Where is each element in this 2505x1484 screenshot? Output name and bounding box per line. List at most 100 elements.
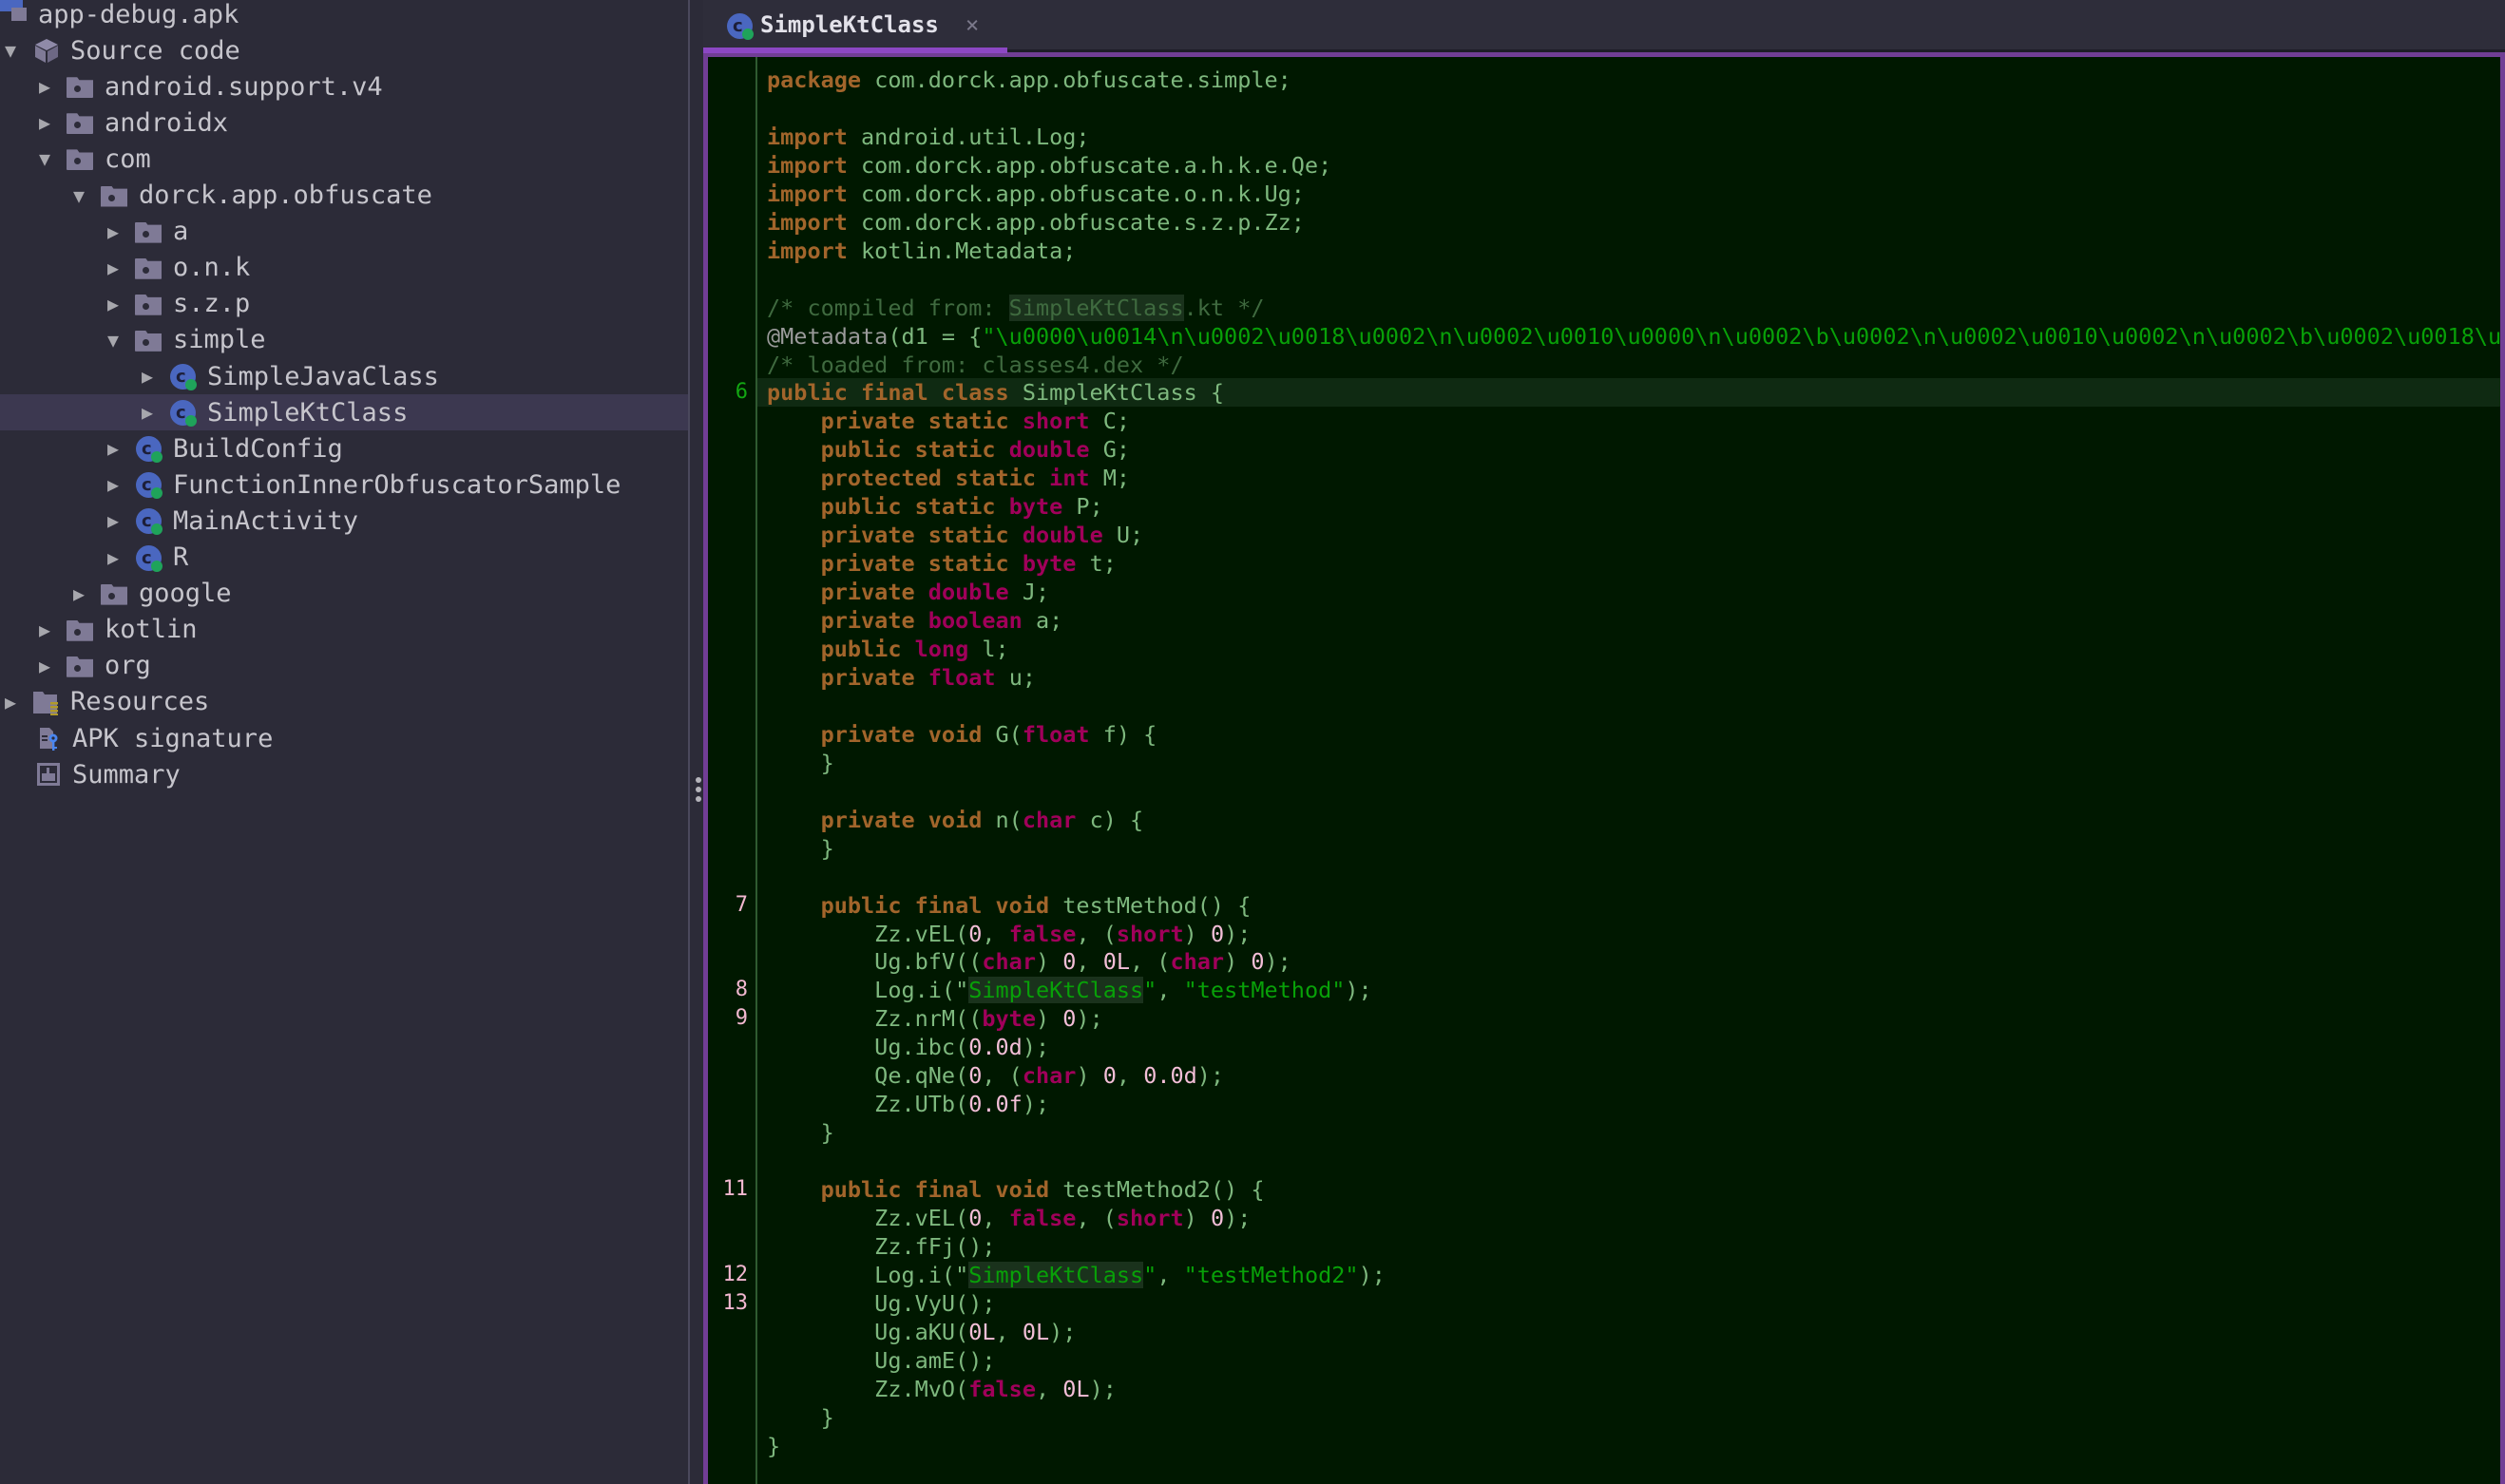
tree-item-r[interactable]: ▶ c R [0,540,688,576]
chevron-right-icon[interactable]: ▶ [103,430,124,466]
code-token: false [1008,1205,1077,1231]
code-line[interactable]: Ug.ibc(0.0d); [757,1033,2500,1061]
code-token: private void [820,806,983,833]
code-line[interactable] [757,1147,2500,1175]
chevron-right-icon[interactable]: ▶ [103,214,124,250]
code-line[interactable]: @Metadata(d1 = {"\u0000\u0014\n\u0002\u0… [757,322,2500,351]
code-line[interactable]: private static byte t; [757,549,2500,578]
code-line[interactable]: public final class SimpleKtClass { [757,378,2500,408]
tree-item-buildconfig[interactable]: ▶ c BuildConfig [0,430,688,466]
code-line[interactable]: public long l; [757,635,2500,663]
code-line[interactable]: private double J; [757,578,2500,606]
code-line[interactable]: private static double U; [757,521,2500,549]
code-editor[interactable]: 6 7 8 9 11 12 13 package com.dorck.app.obfusca… [703,52,2505,1484]
code-line[interactable] [757,94,2500,123]
code-token: ); [1089,1375,1117,1402]
tree-item-com[interactable]: ▼ com [0,141,688,177]
tree-item-o-n-k[interactable]: ▶ o.n.k [0,250,688,286]
chevron-right-icon[interactable]: ▶ [0,684,21,720]
code-line[interactable]: /* loaded from: classes4.dex */ [757,351,2500,379]
code-line[interactable]: public final void testMethod() { [757,891,2500,920]
close-icon[interactable]: × [966,11,979,38]
tree-item-simple[interactable]: ▼ simple [0,322,688,358]
code-line[interactable]: Log.i("SimpleKtClass", "testMethod2"); [757,1261,2500,1289]
code-line[interactable]: Qe.qNe(0, (char) 0, 0.0d); [757,1061,2500,1090]
code-line[interactable]: import android.util.Log; [757,123,2500,151]
chevron-right-icon[interactable]: ▶ [34,612,55,648]
code-line[interactable]: public final void testMethod2() { [757,1175,2500,1204]
code-line[interactable] [757,265,2500,294]
code-line[interactable]: } [757,749,2500,777]
code-line[interactable]: } [757,1432,2500,1460]
code-line[interactable]: private float u; [757,663,2500,692]
tree-item-google[interactable]: ▶ google [0,576,688,612]
splitter-handle-icon[interactable] [696,777,701,806]
tree-item-a[interactable]: ▶ a [0,214,688,250]
tree-item-dorck-app-obfuscate[interactable]: ▼ dorck.app.obfuscate [0,178,688,214]
chevron-down-icon[interactable]: ▼ [103,322,124,358]
code-line[interactable]: /* compiled from: SimpleKtClass.kt */ [757,294,2500,322]
chevron-right-icon[interactable]: ▶ [34,648,55,684]
code-line[interactable]: Ug.VyU(); [757,1289,2500,1318]
code-line[interactable]: Zz.nrM((byte) 0); [757,1004,2500,1033]
code-line[interactable]: import com.dorck.app.obfuscate.a.h.k.e.Q… [757,151,2500,180]
code-line[interactable]: import com.dorck.app.obfuscate.s.z.p.Zz; [757,208,2500,237]
tree-item-kotlin[interactable]: ▶ kotlin [0,612,688,648]
chevron-right-icon[interactable]: ▶ [103,286,124,322]
code-line[interactable]: Zz.UTb(0.0f); [757,1090,2500,1118]
code-line[interactable]: protected static int M; [757,464,2500,492]
code-line[interactable]: import com.dorck.app.obfuscate.o.n.k.Ug; [757,180,2500,208]
code-line[interactable]: } [757,1118,2500,1147]
tree-item-summary[interactable]: ▶Summary [0,756,688,792]
code-line[interactable]: Ug.aKU(0L, 0L); [757,1318,2500,1346]
chevron-right-icon[interactable]: ▶ [137,358,158,394]
tree-item-apk-signature[interactable]: ▶APK signature [0,720,688,756]
code-line[interactable] [757,692,2500,720]
chevron-right-icon[interactable]: ▶ [68,576,89,612]
code-line[interactable]: package com.dorck.app.obfuscate.simple; [757,66,2500,94]
chevron-right-icon[interactable]: ▶ [34,68,55,105]
tree-item-functioninnerobfuscatorsample[interactable]: ▶ c FunctionInnerObfuscatorSample [0,466,688,503]
chevron-right-icon[interactable]: ▶ [103,540,124,576]
code-line[interactable]: Ug.amE(); [757,1346,2500,1375]
tree-item-simplektclass[interactable]: ▶ c SimpleKtClass [0,394,688,431]
chevron-right-icon[interactable]: ▶ [103,503,124,539]
tab-simplektclass[interactable]: c SimpleKtClass × [705,0,1007,49]
line-number: 9 [735,1006,748,1031]
tree-item-app-debug-apk[interactable]: ▶app-debug.apk [0,0,656,32]
tree-item-s-z-p[interactable]: ▶ s.z.p [0,286,688,322]
chevron-down-icon[interactable]: ▼ [34,141,55,177]
chevron-down-icon[interactable]: ▼ [68,178,89,214]
tree-item-resources[interactable]: ▶ Resources [0,684,688,720]
chevron-right-icon[interactable]: ▶ [103,250,124,286]
code-line[interactable]: private void G(float f) { [757,720,2500,749]
tree-item-source-code[interactable]: ▼ Source code [0,32,688,68]
code-line[interactable]: Zz.fFj(); [757,1232,2500,1261]
tree-item-androidx[interactable]: ▶ androidx [0,105,688,141]
tree-item-org[interactable]: ▶ org [0,648,688,684]
code-line[interactable]: Zz.MvO(false, 0L); [757,1375,2500,1403]
tree-item-android-support-v4[interactable]: ▶ android.support.v4 [0,68,688,105]
code-line[interactable]: public static double G; [757,435,2500,464]
code-line[interactable]: } [757,834,2500,863]
code-line[interactable]: Zz.vEL(0, false, (short) 0); [757,920,2500,948]
tree-item-simplejavaclass[interactable]: ▶ c SimpleJavaClass [0,358,688,394]
code-line[interactable]: } [757,1403,2500,1432]
code-line[interactable]: private boolean a; [757,606,2500,635]
chevron-right-icon[interactable]: ▶ [137,394,158,430]
code-line[interactable]: private void n(char c) { [757,806,2500,834]
code-line[interactable]: Log.i("SimpleKtClass", "testMethod"); [757,976,2500,1004]
chevron-down-icon[interactable]: ▼ [0,32,21,68]
tree-item-mainactivity[interactable]: ▶ c MainActivity [0,503,688,539]
code-line[interactable]: public static byte P; [757,492,2500,521]
code-line[interactable] [757,777,2500,806]
chevron-right-icon[interactable]: ▶ [103,466,124,503]
code-line[interactable]: import kotlin.Metadata; [757,237,2500,265]
chevron-right-icon[interactable]: ▶ [34,105,55,141]
code-content[interactable]: package com.dorck.app.obfuscate.simple; i… [757,57,2500,1484]
code-line[interactable]: Zz.vEL(0, false, (short) 0); [757,1204,2500,1232]
code-line[interactable] [757,863,2500,891]
code-line[interactable]: Ug.bfV((char) 0, 0L, (char) 0); [757,947,2500,976]
code-line[interactable]: private static short C; [757,407,2500,435]
